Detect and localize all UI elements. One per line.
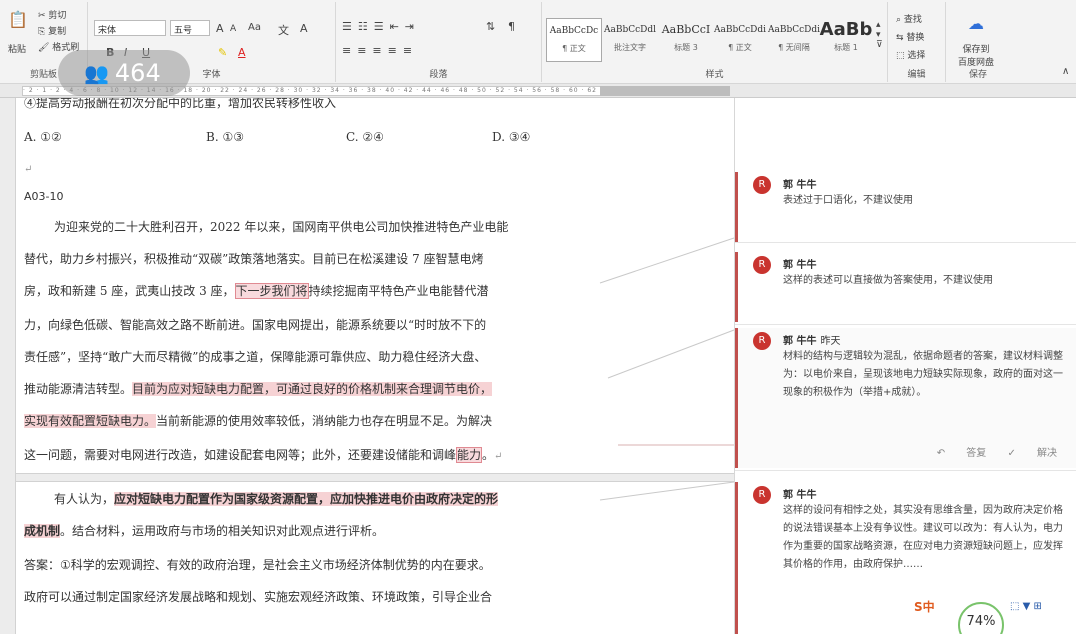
ime-indicator[interactable]: S中 [914, 598, 935, 615]
resolve-button[interactable]: ✓ 解决 [1007, 448, 1057, 459]
reply-button[interactable]: ↶ 答复 [937, 448, 987, 459]
comment-author: 郭 牛牛 [783, 256, 816, 271]
avatar: R [753, 332, 771, 350]
resolve-label: 解决 [1037, 448, 1057, 459]
reply-label: 答复 [966, 448, 987, 459]
comment-time: 昨天 [820, 336, 841, 347]
comment-marker [735, 172, 738, 242]
viewer-count-badge: 👥 464 [58, 50, 190, 96]
author-name: 郭 牛牛 [783, 180, 817, 191]
comment-text: 表述过于口语化，不建议使用 [783, 195, 913, 206]
author-name: 郭 牛牛 [783, 260, 817, 271]
avatar: R [753, 256, 771, 274]
comment-text: 这样的设问有相悖之处，其实没有思维含量，因为政府决定价格的说法错误基本上没有争议… [783, 505, 1063, 570]
author-name: 郭 牛牛 [783, 490, 817, 501]
comment-text: 材料的结构与逻辑较为混乱，依据命题者的答案，建议材料调整为：以电价来自，呈现该地… [783, 351, 1063, 398]
divider [735, 324, 1076, 325]
comment-author: 郭 牛牛 [783, 176, 816, 191]
divider [735, 470, 1076, 471]
avatar: R [753, 486, 771, 504]
comment-text: 这样的表述可以直接做为答案使用，不建议使用 [783, 275, 993, 286]
people-icon: 👥 [84, 61, 109, 85]
comment-card-selected[interactable]: R 郭 牛牛 昨天 材料的结构与逻辑较为混乱，依据命题者的答案，建议材料调整为：以… [735, 328, 1076, 468]
comments-pane: R 郭 牛牛 表述过于口语化，不建议使用 R 郭 牛牛 这样的表述可以直接做为答… [734, 98, 1076, 634]
tray-icons[interactable]: ⬚ ▼ ⊞ [1010, 601, 1042, 612]
comment-actions: ↶ 答复 ✓ 解决 [919, 444, 1057, 459]
viewer-count: 464 [114, 59, 161, 87]
comment-author: 郭 牛牛 [783, 486, 816, 501]
comment-card[interactable]: R 郭 牛牛 表述过于口语化，不建议使用 [735, 172, 1076, 242]
comment-author: 郭 牛牛 昨天 [783, 332, 840, 347]
comment-marker [735, 482, 738, 634]
author-name: 郭 牛牛 [783, 336, 817, 347]
avatar: R [753, 176, 771, 194]
divider [735, 242, 1076, 243]
comment-marker [735, 328, 738, 468]
comment-marker [735, 252, 738, 322]
comment-card[interactable]: R 郭 牛牛 这样的表述可以直接做为答案使用，不建议使用 [735, 252, 1076, 322]
